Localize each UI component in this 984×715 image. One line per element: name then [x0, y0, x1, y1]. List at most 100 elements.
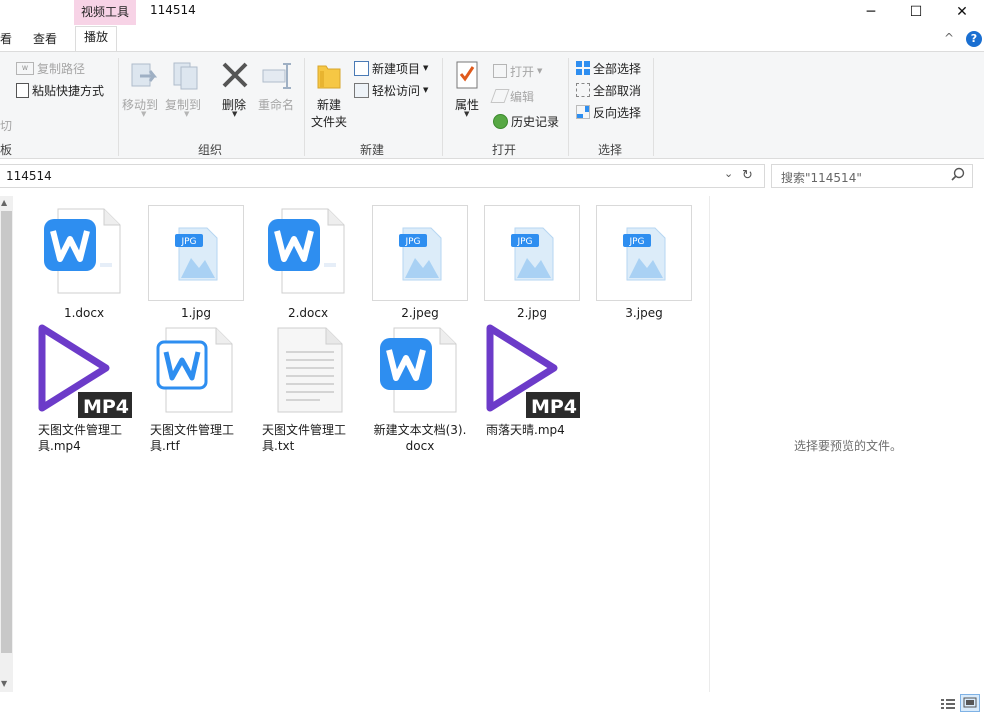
file-item[interactable]: JPG 2.jpg	[482, 205, 582, 321]
close-button[interactable]: ✕	[939, 0, 984, 24]
move-to-button[interactable]: 移动到	[122, 96, 158, 113]
address-bar[interactable]	[0, 164, 765, 188]
maximize-button[interactable]: ☐	[893, 0, 939, 24]
refresh-icon[interactable]: ↻	[742, 168, 753, 183]
group-separator	[568, 58, 569, 156]
jpg-badge: JPG	[516, 237, 532, 247]
txt-doc-icon	[260, 322, 356, 418]
new-folder-label-1[interactable]: 新建	[317, 96, 341, 113]
cut-button[interactable]: 切	[0, 117, 12, 134]
group-new-label: 新建	[360, 143, 385, 157]
tab-view[interactable]: 查看	[33, 29, 57, 51]
rtf-doc-icon	[148, 322, 244, 418]
group-separator	[118, 58, 119, 156]
jpg-image-icon: JPG	[596, 205, 692, 301]
select-none-button[interactable]: 全部取消	[576, 81, 641, 99]
edit-icon	[490, 89, 510, 103]
new-folder-icon	[316, 62, 342, 90]
mp4-video-icon: MP4	[36, 322, 134, 418]
select-all-icon	[576, 61, 590, 75]
group-separator	[442, 58, 443, 156]
group-organize-label: 组织	[198, 143, 223, 157]
copy-path-icon: W	[16, 61, 34, 75]
status-bar	[0, 692, 984, 715]
scrollbar-thumb[interactable]	[1, 211, 12, 653]
address-path: 114514	[6, 169, 52, 183]
rename-button[interactable]: 重命名	[258, 96, 294, 113]
paste-shortcut-icon	[16, 82, 29, 98]
paste-shortcut-button[interactable]: 粘贴快捷方式	[16, 81, 104, 99]
group-separator	[304, 58, 305, 156]
invert-selection-icon	[576, 105, 590, 119]
easy-access-icon	[354, 82, 369, 98]
file-item[interactable]: 2.docx	[258, 205, 358, 321]
wps-doc-icon	[260, 205, 356, 301]
move-to-icon	[128, 60, 160, 92]
search-icon[interactable]	[951, 167, 965, 184]
file-item[interactable]: JPG 1.jpg	[146, 205, 246, 321]
mp4-badge: MP4	[83, 396, 129, 418]
mp4-video-icon: MP4	[484, 322, 582, 418]
select-all-button[interactable]: 全部选择	[576, 59, 641, 77]
copy-to-button[interactable]: 复制到	[165, 96, 201, 113]
preview-pane-divider[interactable]	[709, 196, 710, 692]
address-dropdown-icon[interactable]: ⌄	[724, 167, 733, 180]
easy-access-dropdown-icon: ▼	[423, 86, 429, 94]
jpg-badge: JPG	[628, 237, 644, 247]
group-select-label: 选择	[598, 143, 623, 157]
tab-play[interactable]: 播放	[75, 26, 118, 52]
scroll-up-icon[interactable]: ▲	[1, 198, 7, 207]
file-item[interactable]: MP4 雨落天晴.mp4	[482, 322, 582, 438]
file-item[interactable]: 天图文件管理工具.rtf	[146, 322, 246, 454]
open-button[interactable]: 打开 ▼	[493, 62, 542, 80]
group-clipboard-label: 板	[0, 143, 13, 157]
search-input[interactable]: 搜索"114514"	[781, 169, 862, 186]
easy-access-button[interactable]: 轻松访问 ▼	[354, 81, 428, 99]
video-tools-tab[interactable]: 视频工具	[74, 0, 136, 25]
file-item[interactable]: JPG 3.jpeg	[594, 205, 694, 321]
new-item-button[interactable]: 新建项目 ▼	[354, 59, 428, 77]
edit-button[interactable]: 编辑	[490, 87, 534, 105]
preview-message: 选择要预览的文件。	[794, 439, 903, 453]
properties-dropdown-icon[interactable]: ▼	[464, 110, 469, 118]
file-item[interactable]: 1.docx	[34, 205, 134, 321]
jpg-badge: JPG	[404, 237, 420, 247]
file-item[interactable]: 新建文本文档(3).docx	[370, 322, 470, 454]
wps-doc-icon	[372, 322, 468, 418]
jpg-image-icon: JPG	[484, 205, 580, 301]
history-button[interactable]: 历史记录	[493, 112, 559, 130]
window-title: 114514	[150, 3, 196, 17]
rename-icon	[261, 62, 293, 90]
details-view-icon[interactable]	[940, 697, 956, 714]
new-item-dropdown-icon: ▼	[423, 64, 429, 72]
group-open-label: 打开	[492, 143, 517, 157]
history-icon	[493, 113, 508, 129]
group-separator	[653, 58, 654, 156]
properties-icon	[455, 60, 479, 90]
help-icon[interactable]: ?	[966, 31, 982, 47]
copy-to-dropdown-icon[interactable]: ▼	[184, 110, 189, 118]
jpg-badge: JPG	[180, 237, 196, 247]
copy-path-button[interactable]: W 复制路径	[16, 59, 85, 77]
tab-partial[interactable]: 看	[0, 29, 12, 51]
delete-dropdown-icon[interactable]: ▼	[232, 110, 237, 118]
invert-selection-button[interactable]: 反向选择	[576, 103, 641, 121]
scroll-down-icon[interactable]: ▼	[1, 679, 7, 688]
open-dropdown-icon: ▼	[537, 67, 543, 75]
select-none-icon	[576, 83, 590, 97]
collapse-ribbon-icon[interactable]: ^	[944, 31, 954, 45]
jpg-image-icon: JPG	[148, 205, 244, 301]
file-item[interactable]: JPG 2.jpeg	[370, 205, 470, 321]
wps-doc-icon	[36, 205, 132, 301]
new-item-icon	[354, 60, 369, 76]
move-to-dropdown-icon[interactable]: ▼	[141, 110, 146, 118]
large-icons-view-icon[interactable]	[960, 694, 980, 712]
minimize-button[interactable]: ─	[848, 0, 894, 24]
jpg-image-icon: JPG	[372, 205, 468, 301]
open-icon	[493, 64, 507, 78]
delete-icon	[220, 60, 250, 90]
file-item[interactable]: MP4 天图文件管理工具.mp4	[34, 322, 134, 454]
file-item[interactable]: 天图文件管理工具.txt	[258, 322, 358, 454]
new-folder-label-2[interactable]: 文件夹	[311, 113, 347, 130]
copy-to-icon	[171, 60, 203, 92]
